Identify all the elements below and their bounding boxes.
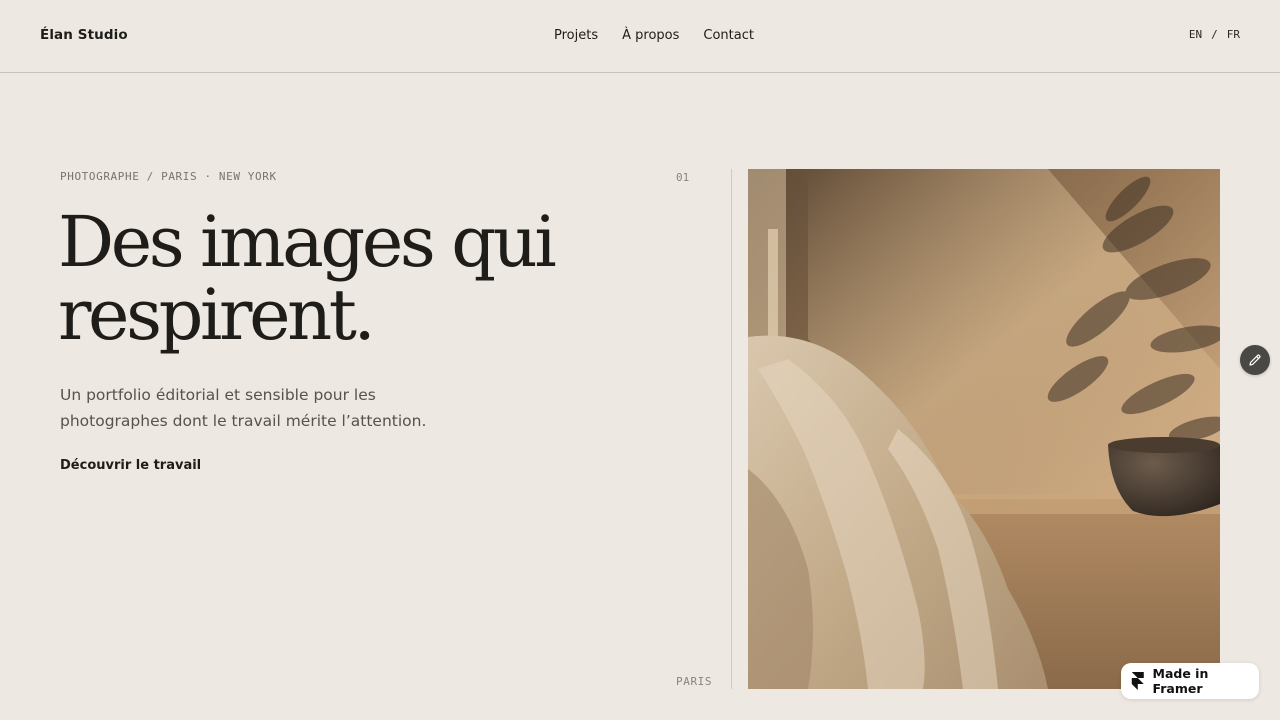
main-nav: Projets À propos Contact (554, 28, 754, 43)
framer-badge-label: Made in Framer (1152, 666, 1209, 696)
hero-headline: Des images qui respirent. (58, 206, 618, 352)
pencil-icon (1249, 354, 1261, 366)
headline-line-2: respirent. (58, 274, 376, 356)
lang-fr-link[interactable]: FR (1227, 28, 1240, 41)
hero-photo-illustration (748, 169, 1220, 689)
edit-button[interactable] (1240, 345, 1270, 375)
discover-work-link[interactable]: Découvrir le travail (60, 458, 201, 473)
framer-logo-icon (1131, 672, 1144, 690)
gallery-divider (731, 169, 732, 689)
lang-separator: / (1211, 28, 1218, 41)
language-switcher: EN / FR (1189, 28, 1240, 41)
hero-eyebrow: PHOTOGRAPHE / PARIS · NEW YORK (60, 170, 277, 183)
hero-lede: Un portfolio éditorial et sensible pour … (60, 382, 440, 434)
nav-item-projets[interactable]: Projets (554, 28, 598, 43)
made-in-framer-badge[interactable]: Made in Framer (1121, 663, 1259, 699)
nav-item-contact[interactable]: Contact (703, 28, 754, 43)
lede-line-1: Un portfolio éditorial et sensible pour … (60, 386, 376, 404)
gallery-index: 01 (676, 171, 690, 184)
gallery-location: PARIS (676, 675, 713, 688)
hero-photo[interactable] (748, 169, 1220, 689)
site-header: Élan Studio Projets À propos Contact EN … (0, 0, 1280, 73)
lang-en-link[interactable]: EN (1189, 28, 1202, 41)
lede-line-2: photographes dont le travail mérite l’at… (60, 412, 427, 430)
nav-item-a-propos[interactable]: À propos (622, 28, 679, 43)
brand-logo[interactable]: Élan Studio (40, 27, 128, 43)
headline-line-1: Des images qui (58, 201, 557, 283)
